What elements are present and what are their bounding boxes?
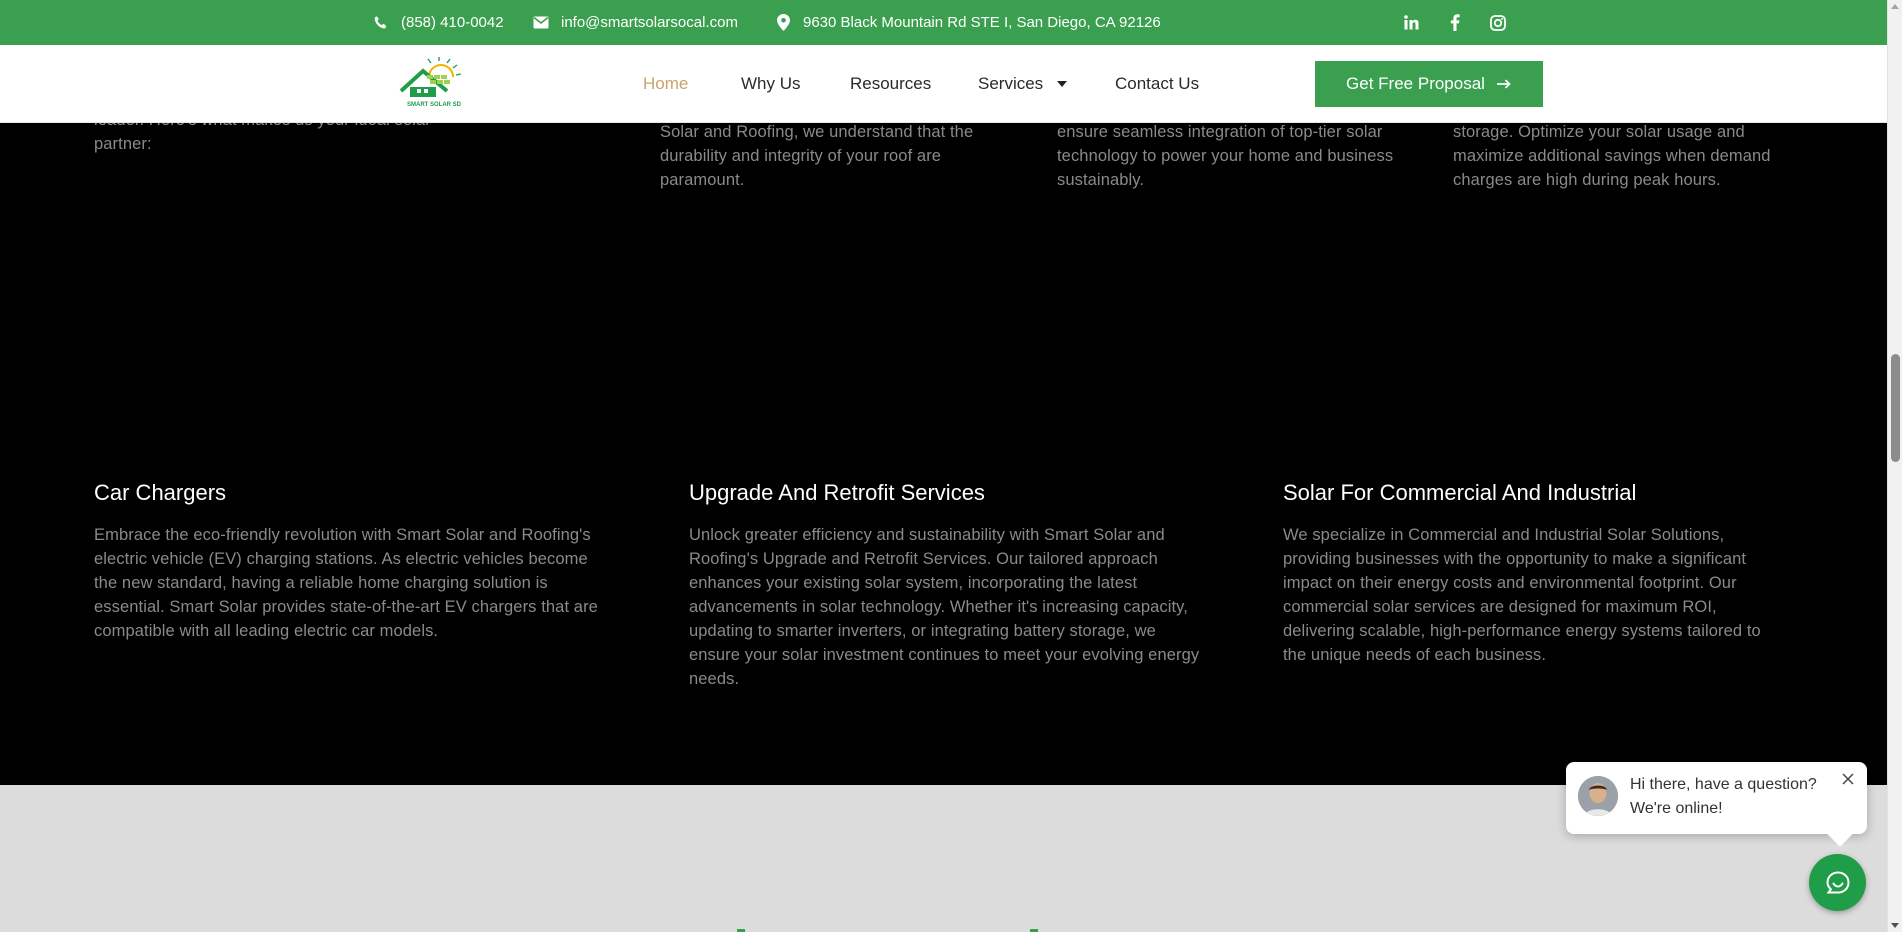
chat-greeting-bubble[interactable]: Hi there, have a question? We're online! (1566, 762, 1867, 834)
battery-paragraph-fragment: storage. Optimize your solar usage and m… (1453, 123, 1771, 189)
nav-resources[interactable]: Resources (850, 45, 931, 123)
card-title: Solar For Commercial And Industrial (1283, 480, 1637, 505)
company-logo[interactable]: SMART SOLAR SD (397, 57, 471, 109)
card-title: Car Chargers (94, 480, 227, 505)
nav-home[interactable]: Home (643, 45, 688, 123)
phone-icon (373, 15, 389, 31)
card-body: We specialize in Commercial and Industri… (1283, 526, 1761, 664)
chat-launcher-button[interactable] (1809, 854, 1866, 911)
nav-why-us[interactable]: Why Us (741, 45, 801, 123)
close-icon[interactable] (1841, 772, 1855, 786)
envelope-icon (533, 15, 549, 31)
scroll-up-arrow-icon[interactable] (1891, 4, 1899, 9)
caret-down-icon (1057, 81, 1068, 87)
email-contact[interactable]: info@smartsolarsocal.com (533, 0, 738, 45)
email-address[interactable]: info@smartsolarsocal.com (561, 14, 738, 31)
address-contact[interactable]: 9630 Black Mountain Rd STE I, San Diego,… (775, 0, 1161, 45)
installation-paragraph-fragment: ensure seamless integration of top-tier … (1057, 123, 1394, 189)
agent-avatar (1578, 776, 1618, 816)
nav-services[interactable]: Services (978, 45, 1068, 123)
map-pin-icon (775, 14, 791, 31)
phone-contact[interactable]: (858) 410-0042 (373, 0, 504, 45)
nav-services-label: Services (978, 74, 1044, 93)
cta-label: Get Free Proposal (1346, 74, 1485, 93)
facebook-icon[interactable] (1433, 0, 1476, 45)
social-links (1390, 0, 1519, 45)
page-scrollbar[interactable] (1887, 0, 1902, 932)
card-body: Unlock greater efficiency and sustainabi… (689, 526, 1200, 688)
street-address[interactable]: 9630 Black Mountain Rd STE I, San Diego,… (803, 14, 1161, 31)
instagram-icon[interactable] (1476, 0, 1519, 45)
card-title: Upgrade And Retrofit Services (689, 480, 985, 505)
top-contact-bar: (858) 410-0042 info@smartsolarsocal.com … (0, 0, 1887, 45)
chat-icon (1825, 870, 1850, 893)
phone-number[interactable]: (858) 410-0042 (401, 14, 504, 31)
chat-greeting-text: Hi there, have a question? We're online! (1630, 776, 1817, 817)
roofing-paragraph-fragment: Solar and Roofing, we understand that th… (660, 123, 974, 189)
scrollbar-thumb[interactable] (1891, 354, 1900, 462)
card-body: Embrace the eco-friendly revolution with… (94, 526, 598, 640)
linkedin-icon[interactable] (1390, 0, 1433, 45)
services-section: leader. Here's what makes us your ideal … (0, 111, 1887, 785)
main-navbar: SMART SOLAR SD Home Why Us Resources Ser… (0, 45, 1887, 123)
logo-text: SMART SOLAR SD (407, 102, 462, 108)
arrow-right-icon (1496, 74, 1512, 94)
get-free-proposal-button[interactable]: Get Free Proposal (1315, 61, 1543, 107)
nav-contact-us[interactable]: Contact Us (1115, 45, 1199, 123)
scroll-down-arrow-icon[interactable] (1891, 923, 1899, 928)
